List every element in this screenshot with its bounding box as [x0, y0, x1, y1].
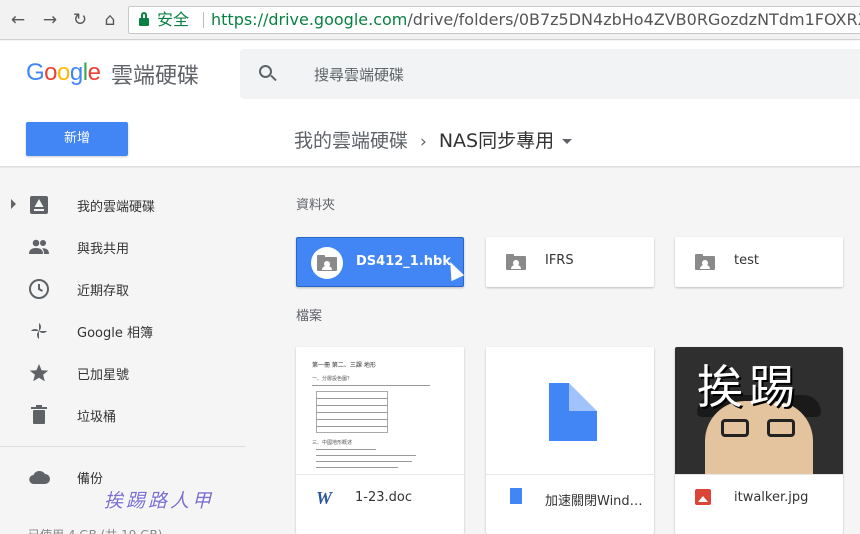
thumb-line — [316, 426, 388, 427]
file-thumbnail — [486, 347, 654, 475]
folder-select-badge — [311, 247, 343, 279]
thumb-line — [316, 461, 412, 462]
sidebar-item-shared[interactable]: 與我共用 — [0, 227, 246, 267]
sidebar-item-photos[interactable]: Google 相簿 — [0, 311, 246, 351]
back-icon[interactable]: ← — [8, 10, 28, 30]
storage-usage: 已使用 4 GB (共 19 GB) — [28, 526, 162, 534]
sidebar-item-label: 近期存取 — [77, 284, 130, 299]
sidebar-item-my-drive[interactable]: 我的雲端硬碟 — [0, 185, 246, 225]
thumb-line — [316, 412, 388, 413]
sidebar-item-label: 與我共用 — [77, 242, 130, 257]
file-card[interactable]: 挨踢 itwalker.jpg — [675, 347, 843, 534]
breadcrumb-root[interactable]: 我的雲端硬碟 — [294, 130, 408, 152]
mouse-cursor-icon — [443, 258, 465, 282]
clock-icon — [29, 279, 49, 299]
chevron-right-icon: › — [420, 132, 427, 152]
star-icon — [29, 364, 49, 382]
thumb-line — [312, 385, 430, 386]
word-icon: W — [316, 488, 333, 508]
browser-toolbar: ← → ↻ ⌂ 安全 https://drive.google.com/driv… — [0, 0, 860, 40]
people-icon — [29, 239, 49, 254]
sidebar-item-trash[interactable]: 垃圾桶 — [0, 395, 246, 435]
drive-header: Google 雲端硬碟 搜尋雲端硬碟 新增 我的雲端硬碟 › NAS同步專用 — [0, 41, 860, 167]
logo-letter: g — [69, 59, 83, 86]
search-input[interactable]: 搜尋雲端硬碟 — [240, 49, 860, 99]
url-path: /drive/folders/0B7z5DN4zbHo4ZVB0RGozdzNT… — [407, 10, 860, 29]
files-section-title: 檔案 — [296, 309, 323, 324]
photo-caption: 挨踢 — [697, 360, 801, 414]
thumb-line — [316, 419, 388, 420]
sidebar-divider — [0, 446, 246, 447]
docs-icon — [506, 488, 524, 508]
secure-label: 安全 — [157, 10, 190, 29]
watermark: 挨踢路人甲 — [104, 490, 215, 512]
thumb-line — [316, 398, 388, 399]
thumb-line — [316, 467, 398, 468]
folder-card[interactable]: IFRS — [486, 237, 654, 287]
thumb-text: 三、中國地形概述 — [312, 440, 353, 446]
image-icon — [695, 488, 713, 508]
file-thumbnail: 挨踢 — [675, 347, 843, 475]
main-content: 資料夾 DS412_1.hbk IFRS test 檔案 第一冊 第二、三課 地… — [246, 168, 860, 534]
url-text: https://drive.google.com/drive/folders/0… — [211, 7, 860, 33]
reload-icon[interactable]: ↻ — [70, 10, 90, 30]
logo-letter: e — [87, 59, 101, 86]
expand-arrow-icon[interactable] — [11, 199, 16, 209]
cloud-icon — [29, 470, 50, 485]
file-card[interactable]: 第一冊 第二、三課 地形 一、分層設色圖？ 三、中國地形概述 W 1-23.do… — [296, 347, 464, 534]
sidebar-item-label: 我的雲端硬碟 — [77, 200, 156, 215]
sidebar-item-label: 已加星號 — [77, 368, 130, 383]
sidebar-item-label: Google 相簿 — [77, 326, 153, 341]
sidebar-item-recent[interactable]: 近期存取 — [0, 269, 246, 309]
drive-icon — [30, 196, 48, 214]
trash-icon — [31, 405, 47, 424]
caret-down-icon[interactable] — [562, 139, 573, 144]
breadcrumb-current[interactable]: NAS同步專用 — [439, 130, 554, 152]
breadcrumb: 我的雲端硬碟 › NAS同步專用 — [294, 126, 573, 153]
home-icon[interactable]: ⌂ — [100, 10, 120, 30]
file-thumbnail: 第一冊 第二、三課 地形 一、分層設色圖？ 三、中國地形概述 — [296, 347, 464, 475]
url-host: https://drive.google.com — [211, 10, 408, 29]
address-bar[interactable]: 安全 https://drive.google.com/drive/folder… — [128, 6, 860, 34]
shared-folder-icon — [317, 255, 337, 271]
logo-letter: o — [57, 59, 70, 86]
folders-section-title: 資料夾 — [296, 198, 336, 213]
logo-letter: o — [44, 59, 58, 86]
folder-card[interactable]: DS412_1.hbk — [296, 237, 465, 287]
file-name: 1-23.doc — [355, 490, 412, 505]
docs-large-icon — [549, 383, 597, 441]
folder-name: DS412_1.hbk — [356, 254, 451, 269]
file-card[interactable]: 加速關閉Windows — [486, 347, 654, 534]
pinwheel-icon — [31, 323, 47, 339]
folder-name: test — [734, 253, 759, 268]
thumb-line — [316, 449, 376, 450]
thumb-line — [316, 455, 416, 456]
address-separator — [203, 12, 204, 28]
shared-folder-icon — [695, 254, 715, 270]
folder-name: IFRS — [545, 253, 574, 268]
sidebar-item-label: 備份 — [77, 472, 104, 487]
thumb-line — [316, 405, 388, 406]
google-logo[interactable]: Google — [26, 59, 101, 87]
file-name: itwalker.jpg — [734, 490, 809, 505]
sidebar-item-starred[interactable]: 已加星號 — [0, 353, 246, 393]
shared-folder-icon — [506, 254, 526, 270]
file-name: 加速關閉Windows — [545, 494, 649, 509]
new-button[interactable]: 新增 — [26, 122, 128, 156]
logo-letter: G — [26, 59, 45, 86]
sidebar-item-label: 垃圾桶 — [77, 410, 117, 425]
search-icon[interactable] — [259, 65, 277, 83]
photo-preview: 挨踢 — [675, 347, 843, 474]
thumb-text: 一、分層設色圖？ — [312, 376, 353, 382]
sidebar: 我的雲端硬碟 與我共用 近期存取 Google 相簿 已加星號 垃圾桶 備份 已… — [0, 168, 246, 534]
search-placeholder: 搜尋雲端硬碟 — [314, 66, 405, 84]
product-name: 雲端硬碟 — [111, 64, 200, 89]
folder-card[interactable]: test — [675, 237, 843, 287]
thumb-title: 第一冊 第二、三課 地形 — [312, 362, 376, 369]
forward-icon[interactable]: → — [40, 10, 60, 30]
lock-icon — [139, 12, 149, 26]
